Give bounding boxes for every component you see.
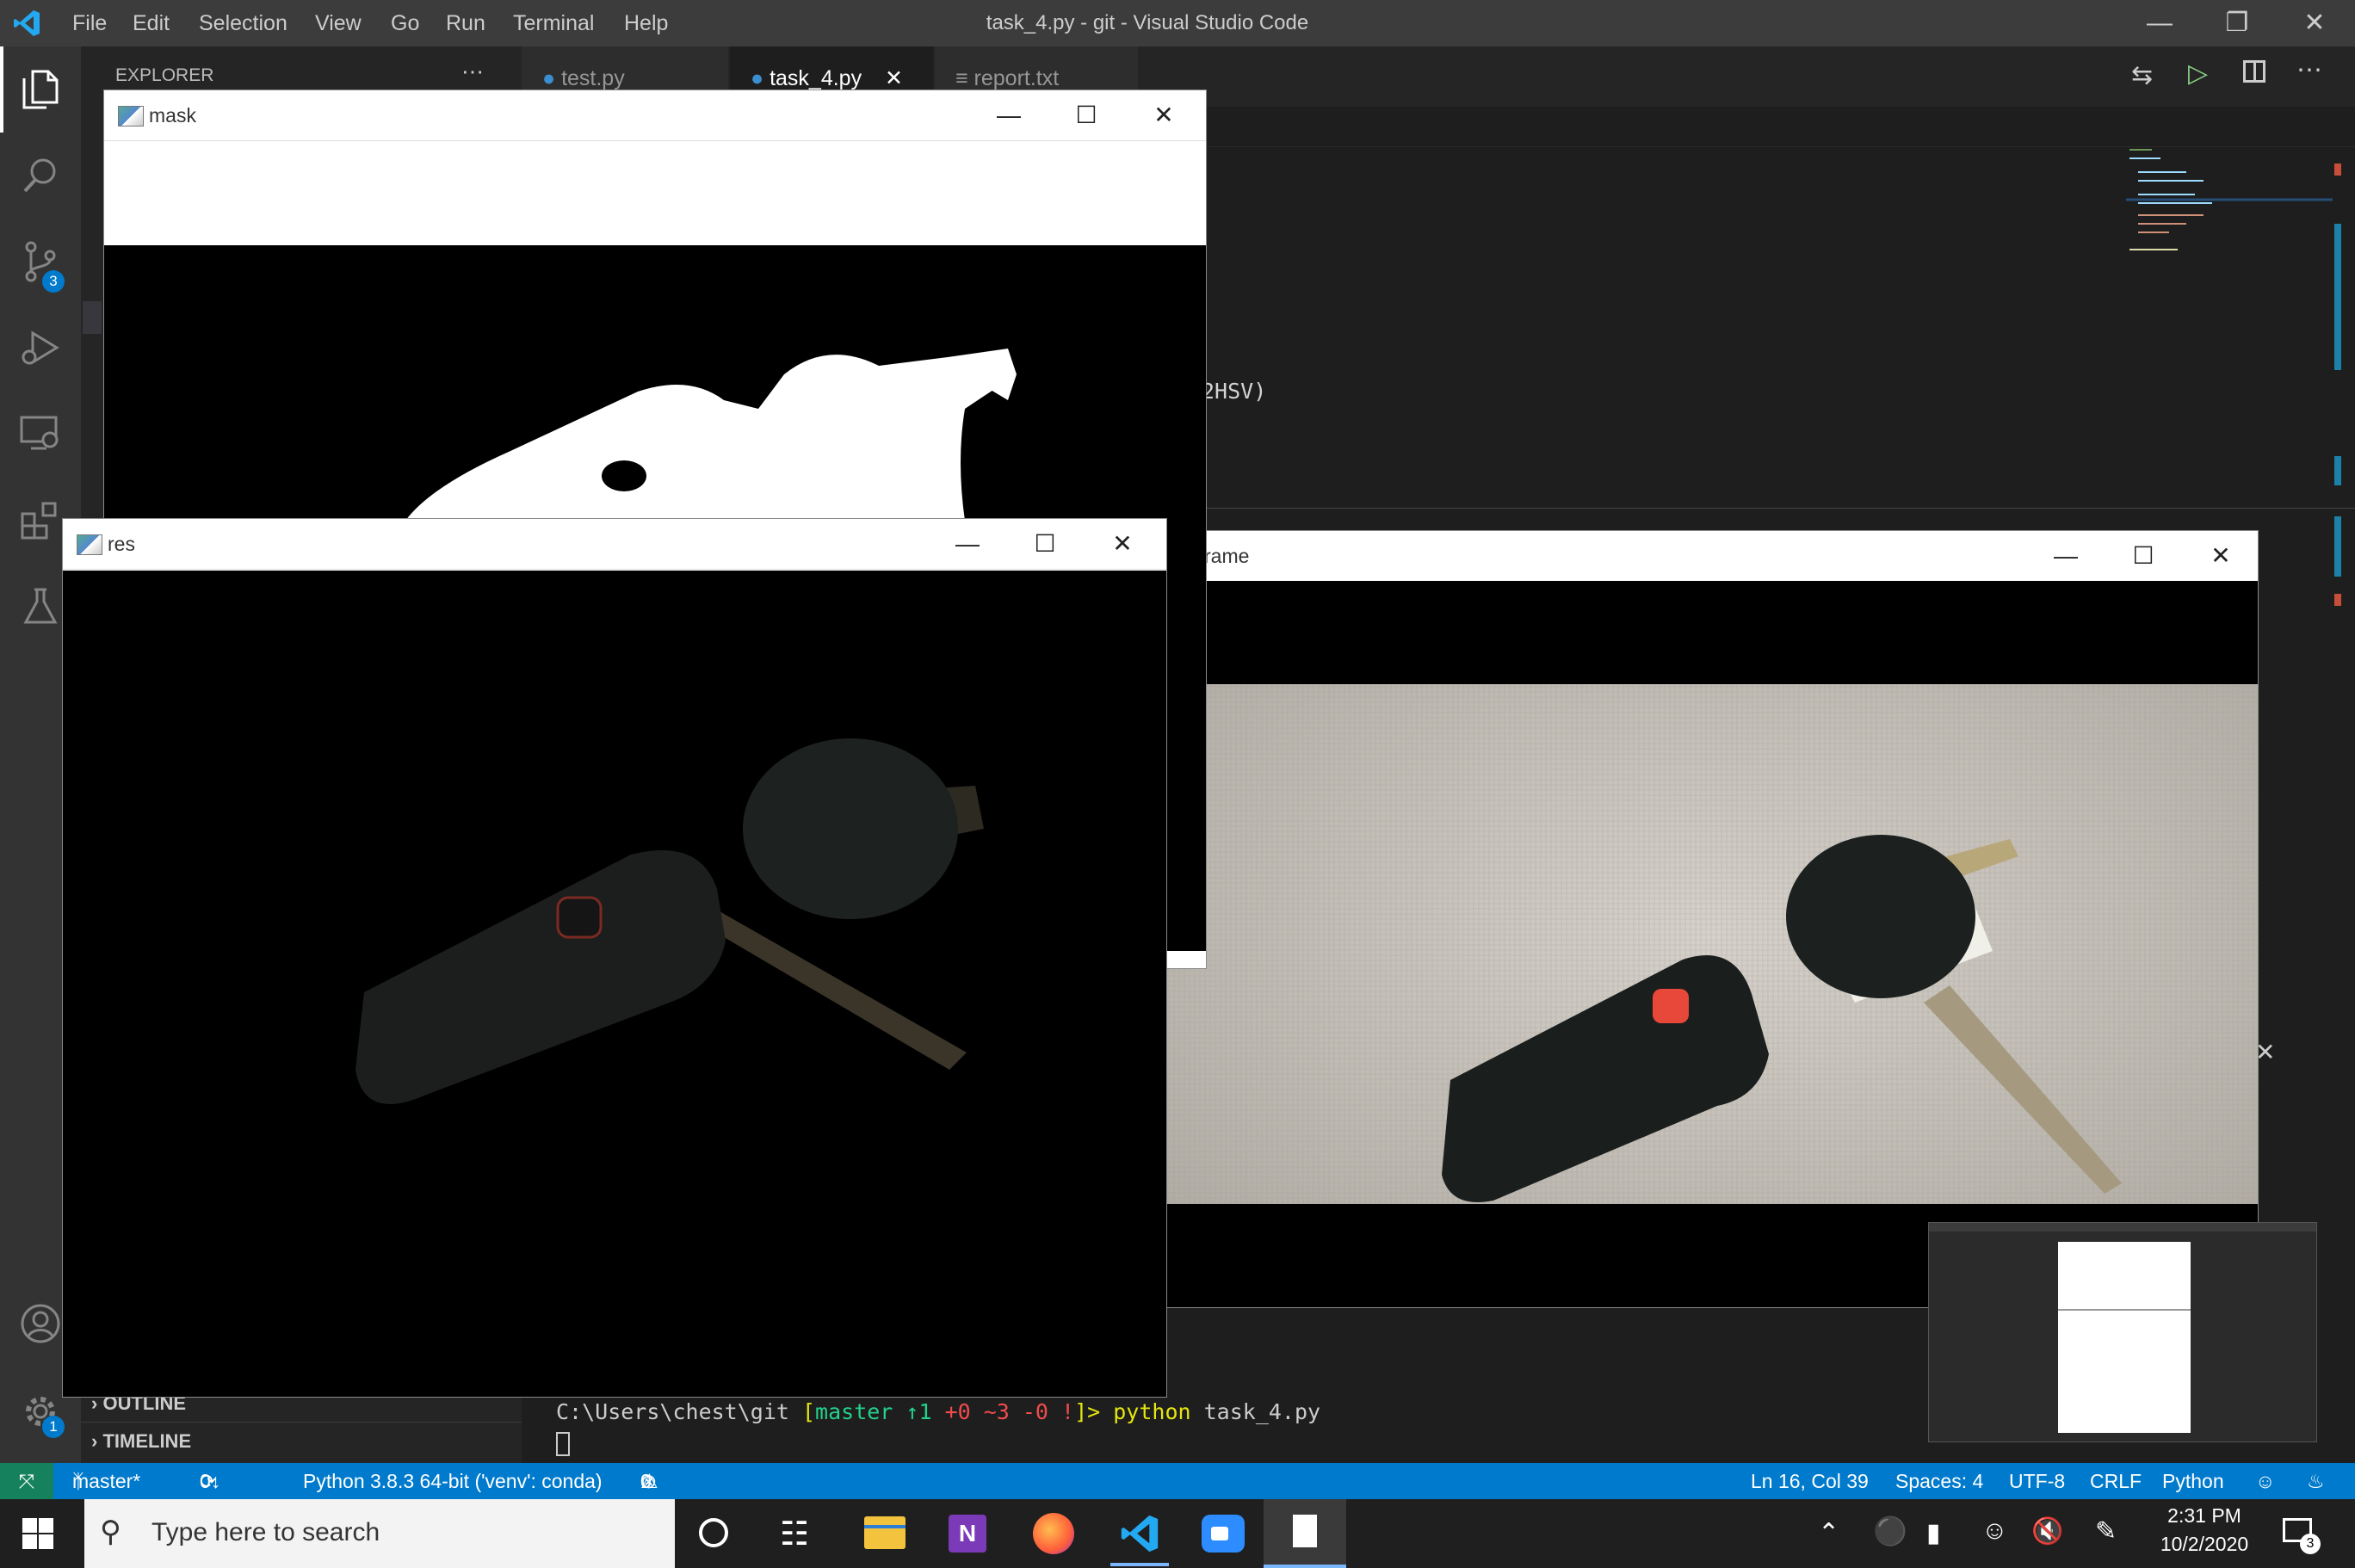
search-icon[interactable] — [0, 133, 81, 219]
minimap[interactable] — [2126, 146, 2333, 258]
clock[interactable]: 2:31 PM 10/2/2020 — [2157, 1504, 2252, 1556]
mask-title-bar[interactable]: mask — ☐ ✕ — [104, 90, 1206, 141]
minimize-button[interactable]: — — [2027, 531, 2105, 581]
cortana-icon[interactable] — [699, 1518, 728, 1547]
active-app-underline — [1110, 1563, 1169, 1566]
frame-window-title: rame — [1204, 545, 1250, 567]
python-interpreter[interactable]: Python 3.8.3 64-bit ('venv': conda) — [303, 1463, 603, 1499]
explorer-icon[interactable] — [0, 46, 81, 133]
mask-image — [405, 349, 1017, 521]
pen-icon[interactable]: ✎ — [2095, 1516, 2117, 1546]
feedback-icon[interactable]: ☺ — [2255, 1463, 2275, 1499]
search-icon: ⚲ — [100, 1516, 121, 1548]
windows-start-icon[interactable] — [21, 1516, 55, 1551]
encoding[interactable]: UTF-8 — [2009, 1463, 2065, 1499]
close-button[interactable]: ✕ — [2276, 0, 2353, 46]
maximize-button[interactable]: ☐ — [1048, 90, 1125, 140]
timeline-section[interactable]: › TIMELINE — [91, 1430, 191, 1453]
more-actions-icon[interactable]: ⋯ — [2296, 55, 2322, 85]
task-view-icon[interactable]: ☷ — [780, 1515, 809, 1553]
onenote-icon[interactable]: N — [949, 1515, 986, 1553]
tree-selection — [83, 301, 102, 334]
clock-time: 2:31 PM — [2167, 1504, 2241, 1527]
close-button[interactable]: ✕ — [1084, 519, 1161, 569]
window-app-icon — [77, 534, 102, 555]
source-control-icon[interactable] — [0, 219, 81, 305]
keys-photo — [1166, 684, 2258, 1307]
window-app-icon — [118, 106, 144, 127]
run-debug-icon[interactable] — [0, 305, 81, 391]
indentation[interactable]: Spaces: 4 — [1895, 1463, 1983, 1499]
divider — [81, 1422, 522, 1423]
close-button[interactable]: ✕ — [1125, 90, 1202, 140]
remote-indicator-icon[interactable]: ⤧ — [0, 1463, 53, 1499]
split-editor-icon[interactable] — [2243, 60, 2265, 83]
scroll-marker — [2334, 516, 2341, 577]
python-file-icon: ● — [751, 66, 764, 90]
scroll-marker — [2334, 164, 2341, 176]
text-file-icon: ≡ — [955, 66, 968, 90]
active-app-highlight[interactable] — [1264, 1499, 1346, 1568]
line-endings[interactable]: CRLF — [2090, 1463, 2142, 1499]
file-explorer-icon[interactable] — [864, 1516, 906, 1549]
settings-badge: 1 — [42, 1416, 65, 1438]
res-image — [355, 738, 984, 1104]
clock-date: 10/2/2020 — [2160, 1533, 2249, 1555]
scroll-marker — [2334, 594, 2341, 606]
more-actions-icon[interactable]: ⋯ — [461, 59, 484, 85]
restore-button[interactable]: ❐ — [2198, 0, 2276, 46]
microphone-icon[interactable]: ⚫ — [1873, 1515, 1907, 1547]
taskbar-thumbnail-preview[interactable] — [1928, 1222, 2317, 1442]
maximize-button[interactable]: ☐ — [1006, 519, 1084, 569]
minimize-button[interactable]: — — [929, 519, 1006, 569]
cursor-position[interactable]: Ln 16, Col 39 — [1751, 1463, 1869, 1499]
res-window[interactable]: res — ☐ ✕ — [62, 518, 1167, 1398]
frame-window[interactable]: rame — ☐ ✕ — [1165, 530, 2259, 1308]
close-tab-icon[interactable]: ✕ — [885, 66, 903, 90]
terminal-prompt-line[interactable]: C:\Users\chest\git [master ↑1 +0 ~3 -0 !… — [556, 1399, 1320, 1424]
window-title: task_4.py - git - Visual Studio Code — [986, 11, 1309, 34]
firefox-icon[interactable] — [1033, 1513, 1074, 1554]
search-placeholder: Type here to search — [151, 1518, 380, 1546]
vscode-taskbar-icon[interactable] — [1119, 1513, 1160, 1554]
source-control-badge: 3 — [42, 270, 65, 293]
remote-explorer-icon[interactable] — [0, 391, 81, 477]
frame-title-bar[interactable]: rame — ☐ ✕ — [1166, 531, 2258, 582]
scroll-marker — [2334, 456, 2341, 485]
compare-changes-icon[interactable]: ⇆ — [2131, 60, 2153, 90]
notification-count-badge: 3 — [2300, 1534, 2321, 1554]
minimize-button[interactable]: — — [970, 90, 1048, 140]
show-hidden-icons-icon[interactable]: ⌃ — [1818, 1518, 1839, 1548]
notifications-bell-icon[interactable]: ♨ — [2307, 1463, 2325, 1499]
wifi-icon[interactable]: ☺ — [1981, 1516, 2008, 1546]
language-mode[interactable]: Python — [2162, 1463, 2224, 1499]
res-canvas — [63, 571, 1166, 1397]
terminal-cursor — [556, 1432, 570, 1456]
res-window-title: res — [108, 533, 135, 555]
frame-canvas — [1166, 581, 2258, 1307]
taskbar-search-box[interactable]: ⚲ Type here to search — [84, 1499, 675, 1568]
scroll-marker — [2334, 224, 2341, 370]
status-bar: ⤧ ᛉ master* ⟳ 0↓ 1↑ Python 3.8.3 64-bit … — [0, 1463, 2355, 1528]
code-fragment: 2HSV) — [1202, 379, 1267, 404]
close-button[interactable]: ✕ — [2182, 531, 2259, 581]
python-file-icon: ● — [542, 66, 556, 90]
explorer-header: EXPLORER — [115, 65, 214, 85]
battery-icon[interactable]: ▮ — [1926, 1518, 1941, 1548]
run-file-icon[interactable]: ▷ — [2188, 59, 2208, 89]
zoom-icon[interactable] — [1202, 1515, 1245, 1553]
volume-muted-icon[interactable]: 🔇 — [2031, 1516, 2063, 1546]
res-title-bar[interactable]: res — ☐ ✕ — [63, 519, 1166, 570]
maximize-button[interactable]: ☐ — [2105, 531, 2182, 581]
mask-window-title: mask — [149, 104, 196, 127]
minimize-button[interactable]: — — [2121, 0, 2198, 46]
